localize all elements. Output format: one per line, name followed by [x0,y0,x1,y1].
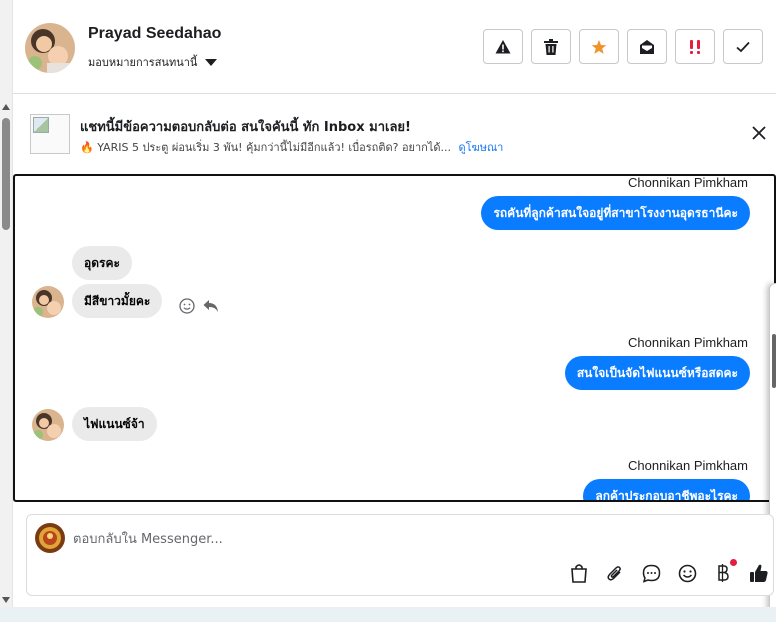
contact-avatar-small[interactable] [32,286,64,318]
trash-icon [544,38,558,55]
reply-input[interactable] [73,528,553,550]
chat-bubble-icon [642,564,660,583]
outgoing-message[interactable]: ลูกค้าประกอบอาชีพอะไรคะ [583,479,750,500]
delete-button[interactable] [531,29,571,64]
follow-up-button[interactable] [675,29,715,64]
message-sender: Chonnikan Pimkham [628,175,748,190]
message-sender: Chonnikan Pimkham [628,458,748,473]
message-actions [179,298,219,314]
side-panel-scrollbar[interactable] [772,334,776,388]
scroll-up-arrow-icon[interactable] [2,104,10,110]
assign-conversation-dropdown[interactable]: มอบหมายการสนทนานี้ [88,53,218,71]
close-banner-button[interactable] [750,124,768,142]
mark-unread-button[interactable] [627,29,667,64]
assign-label: มอบหมายการสนทนานี้ [88,56,198,69]
like-button[interactable] [747,561,771,585]
composer-tools [567,559,771,585]
notification-dot [730,559,737,566]
ad-description: 🔥 YARIS 5 ประตู ผ่อนเริ่ม 3 พัน! คุ้มกว่… [80,141,451,154]
bottom-strip [0,607,776,622]
incoming-message[interactable]: ไฟแนนซ์จ้า [72,407,157,441]
payment-button[interactable] [711,559,737,585]
exclamation-icon [690,39,700,54]
emoji-icon [678,564,696,582]
header-actions [483,29,763,64]
outgoing-message[interactable]: รถคันที่ลูกค้าสนใจอยู่ที่สาขาโรงงานอุดรธ… [481,196,750,230]
react-emoji-icon[interactable] [179,298,195,314]
warning-icon [495,39,511,53]
envelope-open-icon [640,39,654,54]
ad-title: แชทนี้มีข้อความตอบกลับต่อ สนใจคันนี้ ทัก… [80,120,411,135]
message-sender: Chonnikan Pimkham [628,335,748,350]
page-avatar [35,523,65,553]
close-icon [752,126,766,140]
chevron-down-icon [205,58,218,66]
reply-icon[interactable] [203,299,219,313]
shop-button[interactable] [567,561,591,585]
ad-context-banner: แชทนี้มีข้อความตอบกลับต่อ สนใจคันนี้ ทัก… [13,94,776,170]
baht-icon [718,564,729,582]
contact-avatar-small[interactable] [32,409,64,441]
scroll-down-arrow-icon[interactable] [2,597,10,603]
paperclip-icon [607,566,621,581]
spam-button[interactable] [483,29,523,64]
ad-subtitle: 🔥 YARIS 5 ประตู ผ่อนเริ่ม 3 พัน! คุ้มกว่… [80,138,503,156]
incoming-message[interactable]: อุดรคะ [72,246,132,280]
emoji-button[interactable] [675,561,699,585]
contact-name[interactable]: Prayad Seedahao [88,25,221,43]
outgoing-message[interactable]: สนใจเป็นจัดไฟแนนซ์หรือสดคะ [564,356,750,390]
ad-thumbnail[interactable] [30,114,70,154]
shopping-bag-icon [571,564,587,583]
attach-button[interactable] [603,561,627,585]
check-icon [736,41,750,52]
star-icon [591,39,607,54]
saved-replies-button[interactable] [639,561,663,585]
conversation-header: Prayad Seedahao มอบหมายการสนทนานี้ [13,0,776,94]
contact-avatar[interactable] [25,23,75,73]
incoming-message[interactable]: มีสีขาวมั้ยคะ [72,284,163,318]
messenger-inbox-page: Prayad Seedahao มอบหมายการสนทนานี้ แชทนี… [0,0,776,622]
reply-composer [26,514,774,596]
view-ad-link[interactable]: ดูโฆษณา [459,141,504,154]
message-thread[interactable]: Chonnikan Pimkham รถคันที่ลูกค้าสนใจอยู่… [13,174,776,502]
star-button[interactable] [579,29,619,64]
done-button[interactable] [723,29,763,64]
thumbs-up-icon [750,564,768,582]
page-scrollbar[interactable] [0,0,13,622]
scrollbar-thumb[interactable] [2,118,10,230]
